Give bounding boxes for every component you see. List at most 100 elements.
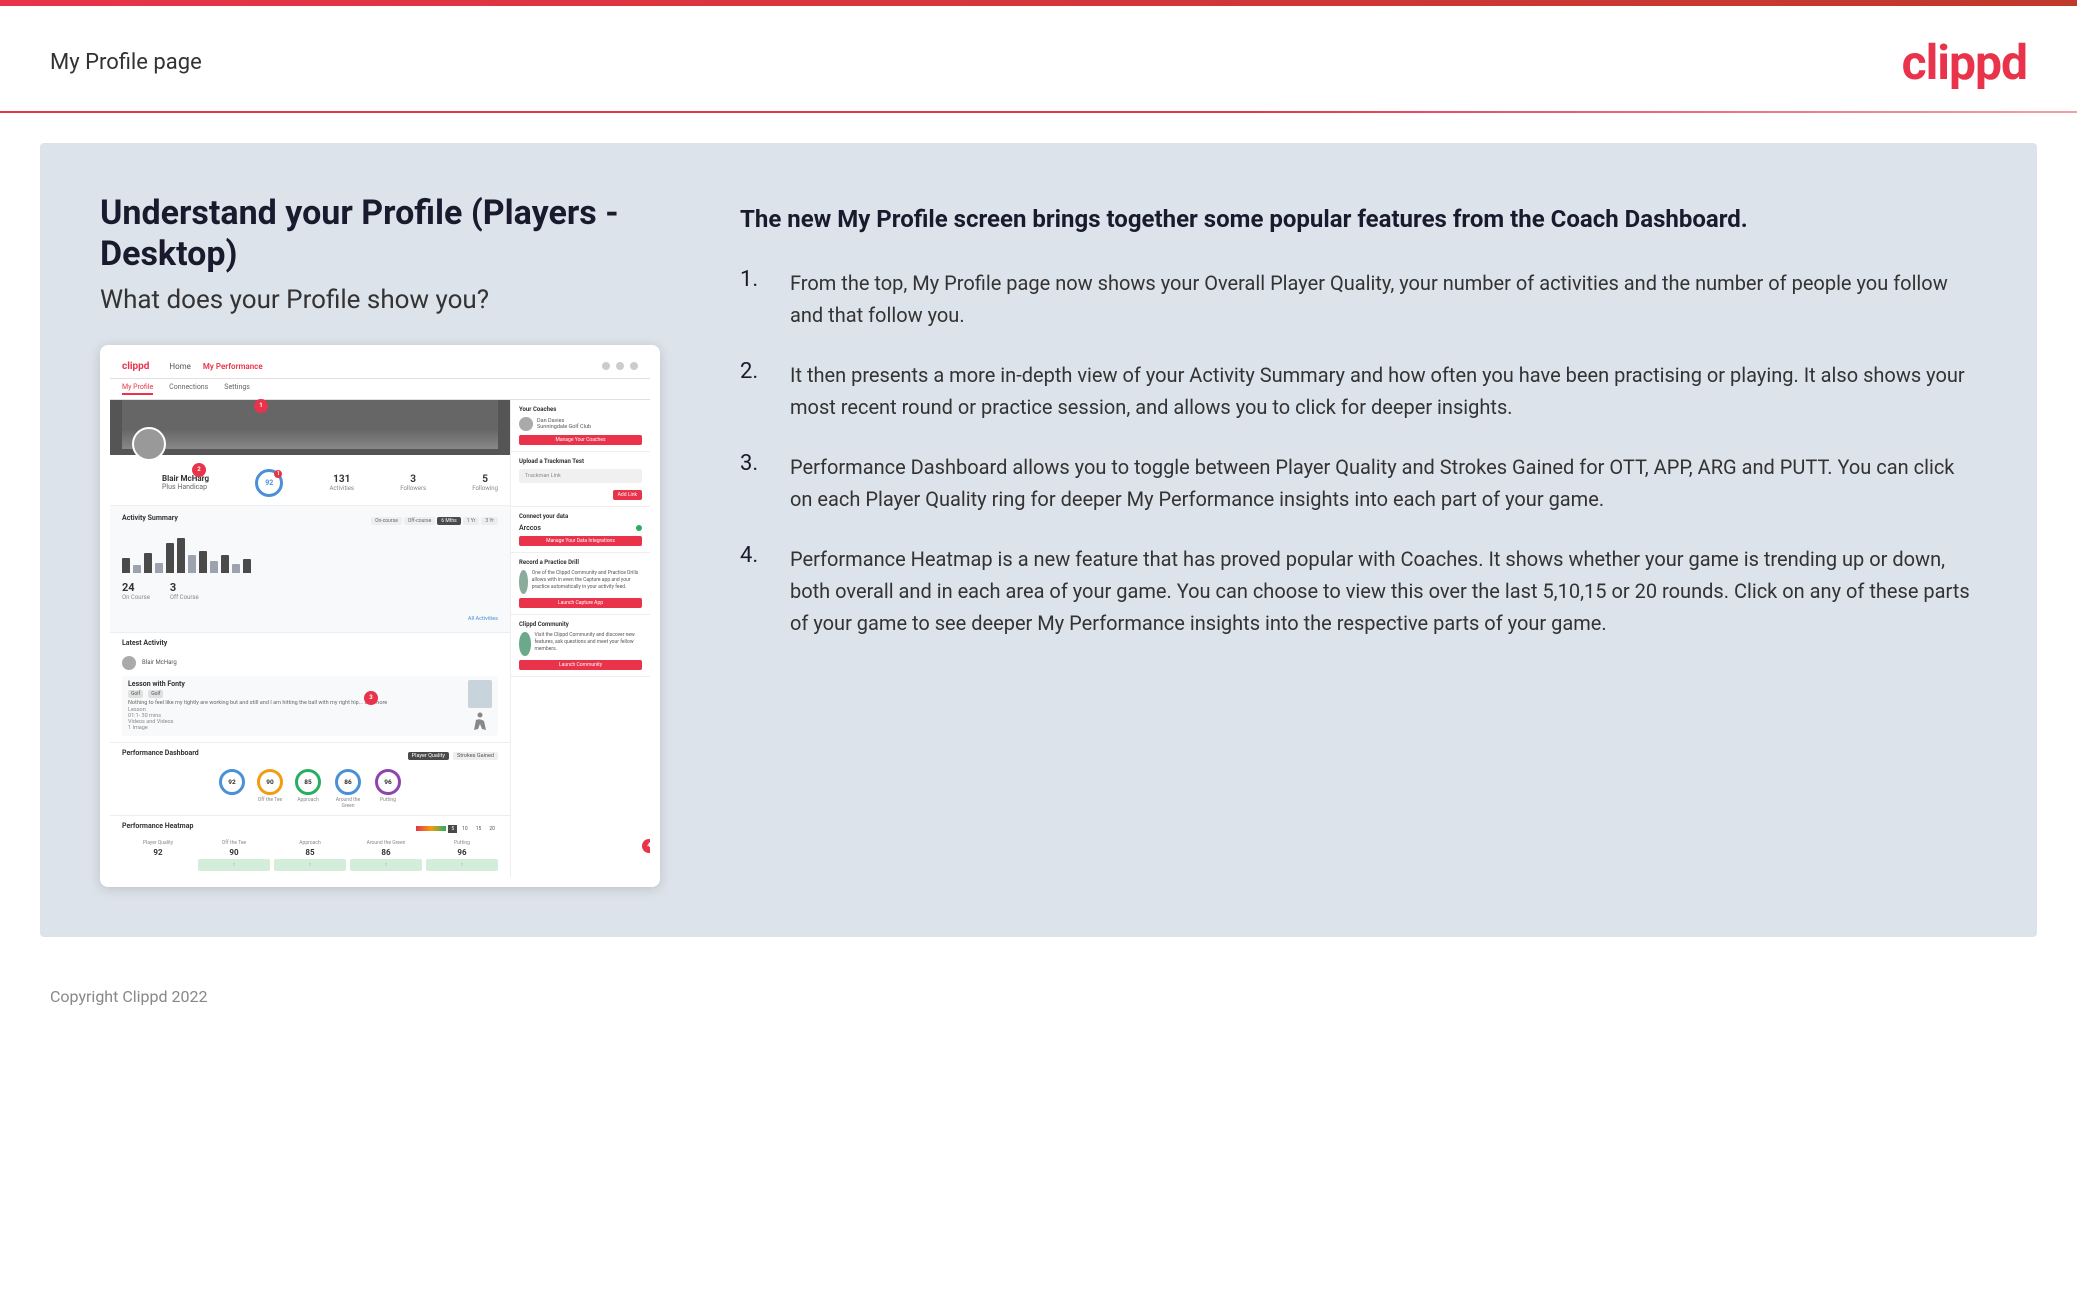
mock-logo: clippd	[122, 361, 149, 372]
item-text-3: Performance Dashboard allows you to togg…	[790, 451, 1977, 515]
mock-heatmap-putt-bar: ↑	[426, 859, 498, 871]
mock-heatmap-overall: Player Quality 92	[122, 840, 194, 871]
mock-ring-putt: 96 Putting	[375, 769, 401, 809]
mock-lesson-thumbnail	[468, 680, 492, 708]
mock-avatar	[132, 427, 166, 461]
mock-all-activities-link[interactable]: All Activities	[468, 616, 498, 622]
mock-activity-section: Activity Summary On-course Off-course 6 …	[110, 506, 510, 633]
mock-bar-5	[166, 543, 174, 573]
mock-trackman-title: Upload a Trackman Test	[519, 458, 642, 465]
mock-subnav-connections: Connections	[169, 383, 208, 395]
mock-ring-ott-label: Off the Tee	[258, 797, 282, 803]
mock-lesson-content: Lesson with Fonty Golf Golf Nothing to f…	[128, 680, 460, 732]
logo: clippd	[1902, 34, 2027, 91]
mock-quality-ring: 92 1	[255, 469, 283, 497]
mock-latest-title: Latest Activity	[122, 639, 498, 647]
numbered-list: 1. From the top, My Profile page now sho…	[740, 267, 1977, 639]
list-item-1: 1. From the top, My Profile page now sho…	[740, 267, 1977, 331]
mock-heatmap-app: Approach 85 ↑	[274, 840, 346, 871]
mock-community-section: Clippd Community Visit the Clippd Commun…	[511, 615, 650, 677]
mock-round-15: 15	[473, 825, 485, 833]
mock-bar-3	[144, 553, 152, 573]
mock-trackman-section: Upload a Trackman Test Trackman Link Add…	[511, 452, 650, 507]
mock-activities-label: Activities	[329, 485, 354, 492]
mock-trackman-submit[interactable]: Add Link	[613, 490, 642, 500]
mock-coach-avatar	[519, 417, 533, 431]
mock-perf-title: Performance Dashboard	[122, 749, 199, 757]
left-section: Understand your Profile (Players - Deskt…	[100, 193, 660, 887]
section-title: Understand your Profile (Players - Deskt…	[100, 193, 660, 275]
header: My Profile page clippd	[0, 6, 2077, 111]
mock-manage-integrations-btn[interactable]: Manage Your Data Integrations	[519, 536, 642, 546]
mock-profile-header	[110, 400, 510, 455]
mock-followers-value: 3	[400, 474, 426, 485]
mock-ring-arg: 86 Around the Green	[333, 769, 363, 809]
mock-ring-overall: 92	[219, 769, 245, 809]
mock-oncourse-item: 24 On Course	[122, 581, 150, 601]
mock-ring-app-circle: 85	[295, 769, 321, 795]
right-intro: The new My Profile screen brings togethe…	[740, 203, 1977, 237]
mock-community-text: Visit the Clippd Community and discover …	[535, 632, 643, 656]
mock-ring-app: 85 Approach	[295, 769, 321, 809]
mock-latest-text: Blair McHarg	[142, 659, 177, 666]
mock-heatmap-overall-value: 92	[122, 848, 194, 857]
mock-trackman-input[interactable]: Trackman Link	[519, 469, 642, 483]
mock-lesson-title: Lesson with Fonty	[128, 680, 460, 688]
mock-toggle-3yr: 3 Yr	[481, 517, 498, 525]
mock-round-20: 20	[486, 825, 498, 833]
mock-quality-value: 92	[265, 479, 273, 487]
item-text-1: From the top, My Profile page now shows …	[790, 267, 1977, 331]
mock-trackman-actions: Add Link	[519, 486, 642, 500]
mock-bar-6	[177, 538, 185, 573]
mock-activities-value: 131	[329, 474, 354, 485]
mock-heatmap-title: Performance Heatmap	[122, 822, 193, 830]
mock-toggle-oncourse: On-course	[371, 517, 402, 525]
mock-heatmap-ott-label: Off the Tee	[198, 840, 270, 846]
mock-offcourse-item: 3 Off Course	[170, 581, 199, 601]
mock-record-content: One of the Clippd Community and Practice…	[519, 570, 642, 594]
mock-connect-section: Connect your data Arccos Manage Your Dat…	[511, 507, 650, 553]
item-text-2: It then presents a more in-depth view of…	[790, 359, 1977, 423]
screenshot-container: 1 2 3 4 clippd Home My Performance	[100, 345, 660, 887]
item-number-2: 2.	[740, 359, 770, 423]
mock-heatmap-arg-value: 86	[350, 848, 422, 857]
mock-heatmap-app-value: 85	[274, 848, 346, 857]
mock-heatmap-putt: Putting 96 ↑	[426, 840, 498, 871]
mock-community-content: Visit the Clippd Community and discover …	[519, 632, 642, 656]
mock-manage-coaches-btn[interactable]: Manage Your Coaches	[519, 435, 642, 445]
section-subtitle: What does your Profile show you?	[100, 285, 660, 315]
mock-performance-dashboard: Performance Dashboard Player Quality Str…	[110, 743, 510, 816]
mock-stats-bar: Blair McHarg Plus Handicap 92 1 131 Acti…	[110, 455, 510, 506]
mock-launch-community-btn[interactable]: Launch Community	[519, 660, 642, 670]
mock-ring-ott: 90 Off the Tee	[257, 769, 283, 809]
mock-activities-stat: 131 Activities	[329, 474, 354, 492]
mock-offcourse-label: Off Course	[170, 594, 199, 601]
mock-toggle-1yr: 1 Yr	[463, 517, 480, 525]
main-content: Understand your Profile (Players - Deskt…	[40, 143, 2037, 937]
mock-ring-ott-circle: 90	[257, 769, 283, 795]
mock-heatmap-arg: Around the Green 86 ↑	[350, 840, 422, 871]
mock-community-img	[519, 632, 531, 656]
mock-following-value: 5	[472, 474, 498, 485]
mock-offcourse-value: 3	[170, 581, 199, 594]
list-item-3: 3. Performance Dashboard allows you to t…	[740, 451, 1977, 515]
mock-followers-stat: 3 Followers	[400, 474, 426, 492]
mock-heatmap-ott: Off the Tee 90 ↑	[198, 840, 270, 871]
mock-following-stat: 5 Following	[472, 474, 498, 492]
mock-launch-capture-btn[interactable]: Launch Capture App	[519, 598, 642, 608]
badge-2: 2	[192, 463, 206, 477]
mock-ring-arg-circle: 86	[335, 769, 361, 795]
mock-oncourse-stats: 24 On Course 3 Off Course	[122, 581, 498, 601]
list-item-4: 4. Performance Heatmap is a new feature …	[740, 543, 1977, 639]
page-title: My Profile page	[50, 50, 202, 75]
mock-oncourse-label: On Course	[122, 594, 150, 601]
item-number-3: 3.	[740, 451, 770, 515]
mock-nav-performance: My Performance	[203, 362, 263, 371]
mock-activity-title: Activity Summary	[122, 514, 178, 522]
mock-perf-toggle: Player Quality Strokes Gained	[408, 752, 498, 760]
mock-nav-home: Home	[169, 362, 191, 371]
mock-bar-8	[199, 551, 207, 573]
mock-subnav-profile: My Profile	[122, 383, 153, 395]
mock-heatmap-section: Performance Heatmap 5 10 15 20	[110, 816, 510, 877]
footer: Copyright Clippd 2022	[0, 967, 2077, 1026]
